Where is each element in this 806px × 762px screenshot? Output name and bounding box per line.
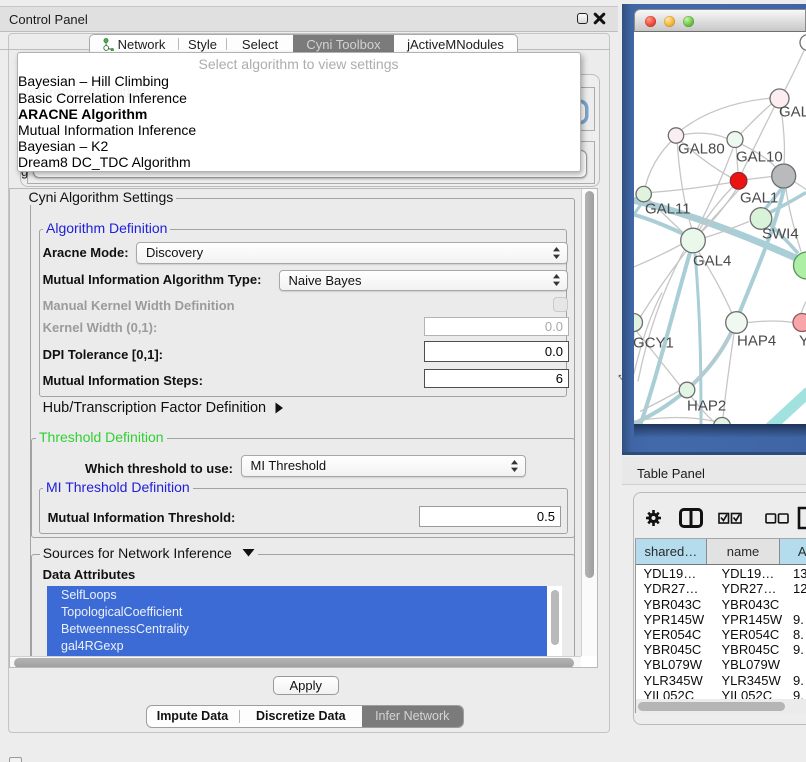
svg-text:GAL80: GAL80 xyxy=(678,140,725,157)
svg-text:GAL1: GAL1 xyxy=(740,189,778,206)
svg-text:SWI4: SWI4 xyxy=(762,225,799,242)
svg-text:GCY1: GCY1 xyxy=(634,334,674,351)
svg-text:GAL10: GAL10 xyxy=(736,148,783,165)
svg-text:GAL11: GAL11 xyxy=(645,200,691,217)
svg-text:HAP2: HAP2 xyxy=(687,397,726,414)
svg-text:GAL: GAL xyxy=(779,103,806,120)
svg-text:GAL4: GAL4 xyxy=(693,252,731,269)
svg-text:HAP4: HAP4 xyxy=(737,332,776,349)
svg-text:Y: Y xyxy=(799,332,806,349)
